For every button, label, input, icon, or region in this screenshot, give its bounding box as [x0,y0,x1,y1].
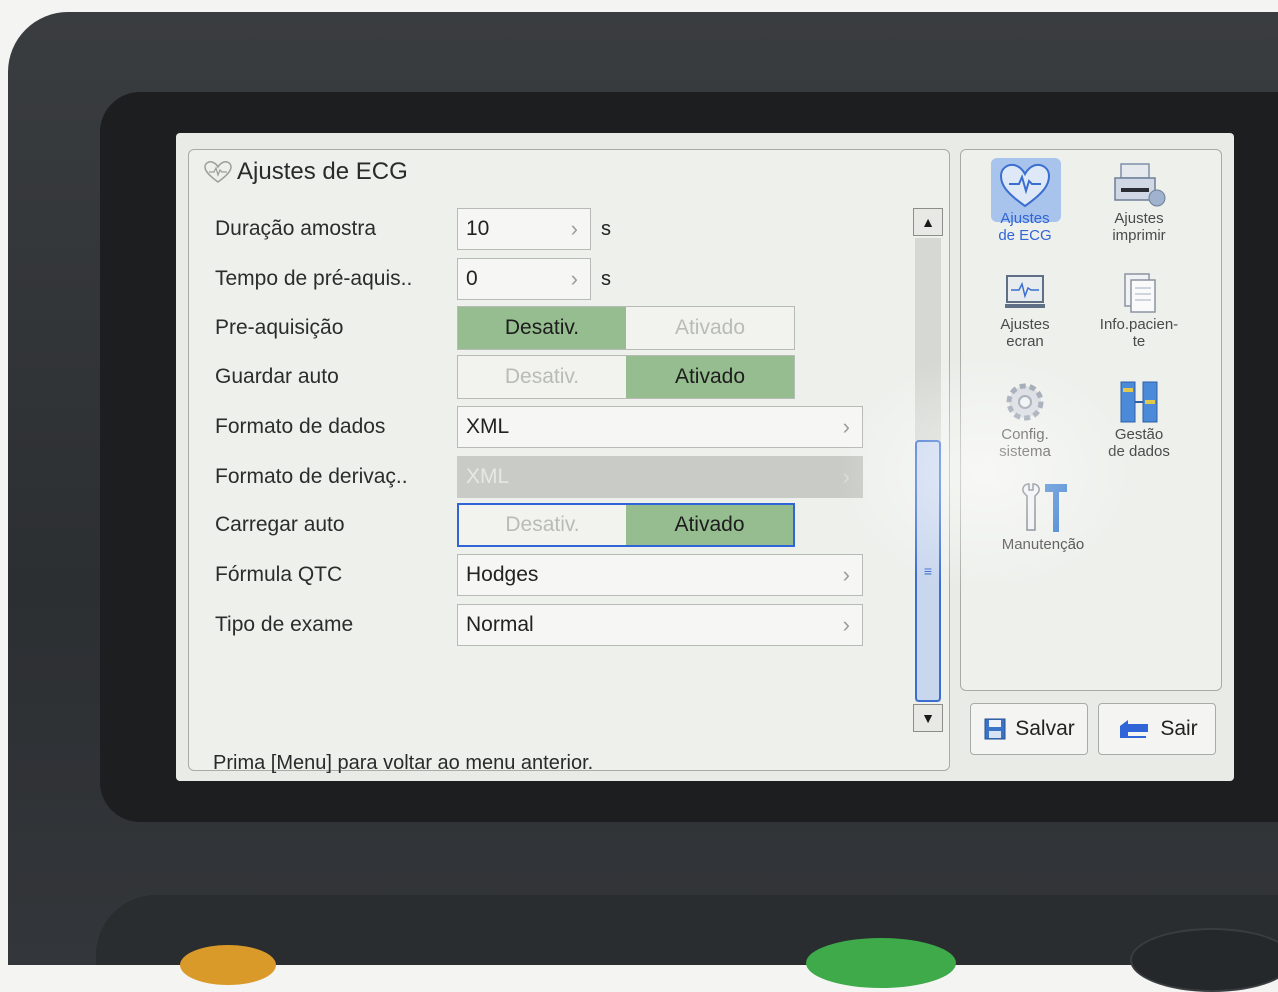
sample-duration-field[interactable]: 10 › [457,208,591,250]
scroll-up-button[interactable]: ▲ [913,208,943,236]
save-label: Salvar [1015,717,1075,740]
sidebar-label: de ECG [998,227,1052,244]
unit-label: s [601,267,611,290]
chevron-right-icon: › [842,414,850,439]
unit-label: s [601,217,611,240]
sidebar-label: Ajustes [1000,210,1050,227]
floppy-disk-icon [984,718,1006,740]
qtc-formula-select[interactable]: Hodges › [457,554,863,596]
screen: Ajustes de ECG Duração amostra 10 › s Te… [176,133,1234,781]
settings-panel: Ajustes de ECG Duração amostra 10 › s Te… [188,149,950,774]
sidebar-label: Ajustes [1114,210,1164,227]
sidebar-item-print-settings[interactable]: Ajustes imprimir [1079,162,1199,244]
auto-upload-toggle[interactable]: Desativ. Ativado [457,503,795,547]
document-icon [1124,273,1156,313]
sidebar-item-maintenance[interactable]: Manutenção [983,480,1103,553]
sidebar-item-screen-settings[interactable]: Ajustes ecran [965,272,1085,350]
row-label: Duração amostra [215,217,377,240]
data-transfer-icon [1120,381,1158,423]
preacquisition-time-field[interactable]: 0 › [457,258,591,300]
chevron-right-icon: › [570,216,578,241]
save-button[interactable]: Salvar [970,703,1088,755]
scrollbar[interactable]: ▲ ≡ ▼ [913,208,943,732]
status-message: Prima [Menu] para voltar ao menu anterio… [213,752,594,774]
field-value: 0 [466,267,478,290]
device-lower-panel [96,895,1278,965]
tools-icon [1022,483,1067,532]
panel-title-text: Ajustes de ECG [237,158,408,185]
field-value: 10 [466,217,490,240]
heart-icon [999,163,1051,208]
green-hardware-button[interactable] [806,938,956,988]
gear-icon [1006,383,1044,421]
sidebar-label: imprimir [1112,227,1166,244]
sidebar-label: Gestão [1114,426,1164,443]
printer-icon [1114,163,1166,207]
lead-format-select: XML › [457,456,863,498]
sidebar-label: de dados [1108,443,1170,460]
row-label: Guardar auto [215,365,339,388]
preacquisition-toggle[interactable]: Desativ. Ativado [457,306,795,350]
toggle-option-on[interactable]: Ativado [626,505,793,545]
toggle-option-off[interactable]: Desativ. [459,505,626,545]
scroll-thumb[interactable]: ≡ [915,440,941,702]
toggle-option-on[interactable]: Ativado [626,307,794,349]
sidebar-item-data-management[interactable]: Gestão de dados [1079,378,1199,460]
panel-title: Ajustes de ECG [203,158,408,186]
sidebar-label: te [1132,333,1146,350]
field-value: Normal [466,613,534,636]
chevron-right-icon: › [842,464,850,489]
row-label: Pre-aquisição [215,316,344,339]
chevron-right-icon: › [570,266,578,291]
chevron-right-icon: › [842,612,850,637]
field-value: Hodges [466,563,539,586]
exam-type-select[interactable]: Normal › [457,604,863,646]
data-format-select[interactable]: XML › [457,406,863,448]
chevron-right-icon: › [842,562,850,587]
row-label: Tipo de exame [215,613,354,636]
sidebar-label: Ajustes [1000,316,1050,333]
row-label: Formato de derivaç.. [215,465,408,488]
orange-hardware-button[interactable] [180,945,276,985]
row-label: Tempo de pré-aquis.. [215,267,413,290]
auto-save-toggle[interactable]: Desativ. Ativado [457,355,795,399]
scroll-down-button[interactable]: ▼ [913,704,943,732]
sidebar-label: Info.pacien- [1099,316,1179,333]
sidebar-item-ecg-settings[interactable]: Ajustes de ECG [965,162,1085,244]
exit-label: Sair [1160,717,1198,740]
return-arrow-icon [1120,720,1149,738]
field-value: XML [466,415,510,438]
monitor-icon [1005,275,1045,308]
row-label: Formato de dados [215,415,386,438]
toggle-option-on[interactable]: Ativado [626,356,794,398]
sidebar-label: Manutenção [1001,536,1085,553]
sidebar-label: ecran [1006,333,1044,350]
sidebar-label: Config. [1001,426,1049,443]
sidebar-item-system-config[interactable]: Config. sistema [965,378,1085,460]
field-value: XML [466,465,510,488]
exit-button[interactable]: Sair [1098,703,1216,755]
dark-hardware-button[interactable] [1130,928,1278,992]
sidebar: Ajustes de ECG Ajustes imprimir Ajustes … [960,149,1222,691]
row-label: Carregar auto [215,513,345,536]
toggle-option-off[interactable]: Desativ. [458,307,626,349]
heart-icon [204,161,232,183]
sidebar-label: sistema [999,443,1051,460]
row-label: Fórmula QTC [215,563,343,586]
toggle-option-off[interactable]: Desativ. [458,356,626,398]
sidebar-item-patient-info[interactable]: Info.pacien- te [1079,272,1199,350]
